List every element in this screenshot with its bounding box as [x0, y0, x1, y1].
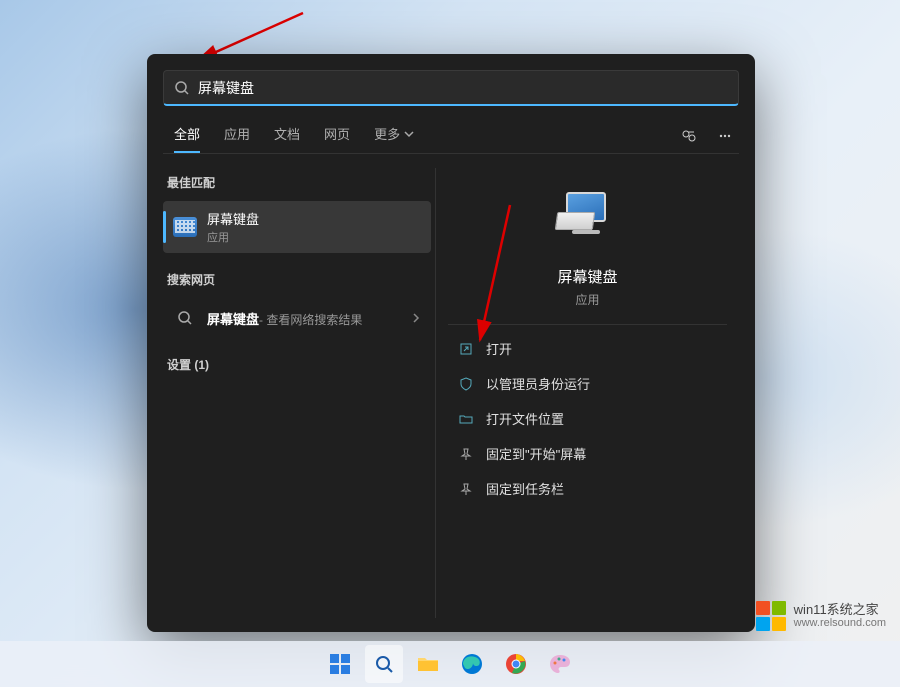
more-options-button[interactable] [711, 122, 739, 150]
search-bar[interactable] [163, 70, 739, 106]
search-icon [173, 306, 197, 330]
file-explorer-icon [417, 655, 439, 673]
action-run-as-admin[interactable]: 以管理员身份运行 [448, 366, 727, 401]
windows-search-panel: 全部 应用 文档 网页 更多 最佳匹配 屏幕键盘 应用 [147, 54, 755, 632]
taskbar-explorer-button[interactable] [409, 645, 447, 683]
tab-apps[interactable]: 应用 [213, 118, 261, 153]
account-icon [680, 127, 698, 145]
settings-header[interactable]: 设置 (1) [163, 350, 431, 379]
search-icon [174, 80, 190, 96]
web-result-suffix: - 查看网络搜索结果 [259, 311, 362, 328]
taskbar-paint-button[interactable] [541, 645, 579, 683]
action-list: 打开 以管理员身份运行 打开文件位置 固定到"开始"屏幕 固定到任务栏 [448, 331, 727, 506]
result-subtitle: 应用 [207, 229, 421, 245]
account-icon-button[interactable] [675, 122, 703, 150]
preview-subtitle: 应用 [575, 291, 599, 308]
action-label: 打开文件位置 [486, 409, 564, 428]
folder-icon [458, 411, 474, 427]
web-search-result[interactable]: 屏幕键盘 - 查看网络搜索结果 [163, 298, 431, 338]
chrome-icon [505, 653, 527, 675]
windows-logo-icon [329, 653, 351, 675]
chevron-down-icon [404, 129, 414, 139]
filter-tabs: 全部 应用 文档 网页 更多 [147, 106, 755, 153]
best-match-header: 最佳匹配 [163, 168, 431, 197]
preview-title: 屏幕键盘 [557, 266, 617, 287]
pin-icon [458, 446, 474, 462]
action-label: 打开 [486, 339, 512, 358]
best-match-result[interactable]: 屏幕键盘 应用 [163, 201, 431, 253]
tab-all[interactable]: 全部 [163, 118, 211, 153]
watermark-logo-icon [756, 601, 786, 631]
preview-divider [448, 324, 727, 325]
action-open[interactable]: 打开 [448, 331, 727, 366]
open-icon [458, 341, 474, 357]
taskbar-edge-button[interactable] [453, 645, 491, 683]
ellipsis-icon [718, 129, 732, 143]
shield-icon [458, 376, 474, 392]
taskbar-chrome-button[interactable] [497, 645, 535, 683]
action-open-file-location[interactable]: 打开文件位置 [448, 401, 727, 436]
chevron-right-icon [411, 311, 421, 326]
preview-app-icon [556, 192, 620, 256]
edge-icon [461, 653, 483, 675]
search-icon [374, 654, 394, 674]
preview-pane: 屏幕键盘 应用 打开 以管理员身份运行 打开文件位置 固定到"开始 [435, 168, 739, 618]
watermark-line1: win11系统之家 [794, 602, 886, 618]
action-pin-to-start[interactable]: 固定到"开始"屏幕 [448, 436, 727, 471]
taskbar-search-button[interactable] [365, 645, 403, 683]
taskbar [0, 641, 900, 687]
search-web-header: 搜索网页 [163, 265, 431, 294]
action-label: 以管理员身份运行 [486, 374, 590, 393]
tab-documents[interactable]: 文档 [263, 118, 311, 153]
web-result-title: 屏幕键盘 [207, 309, 259, 328]
search-input[interactable] [198, 80, 728, 96]
palette-icon [549, 653, 571, 675]
action-label: 固定到任务栏 [486, 479, 564, 498]
onscreen-keyboard-icon [173, 217, 197, 237]
action-label: 固定到"开始"屏幕 [486, 444, 586, 463]
result-title: 屏幕键盘 [207, 209, 421, 228]
watermark: win11系统之家 www.relsound.com [756, 601, 886, 631]
watermark-line2: www.relsound.com [794, 617, 886, 630]
action-pin-to-taskbar[interactable]: 固定到任务栏 [448, 471, 727, 506]
tab-more[interactable]: 更多 [363, 118, 425, 153]
start-button[interactable] [321, 645, 359, 683]
results-column: 最佳匹配 屏幕键盘 应用 搜索网页 屏幕键盘 - 查看网络搜索结果 [147, 154, 435, 632]
pin-icon [458, 481, 474, 497]
tab-web[interactable]: 网页 [313, 118, 361, 153]
